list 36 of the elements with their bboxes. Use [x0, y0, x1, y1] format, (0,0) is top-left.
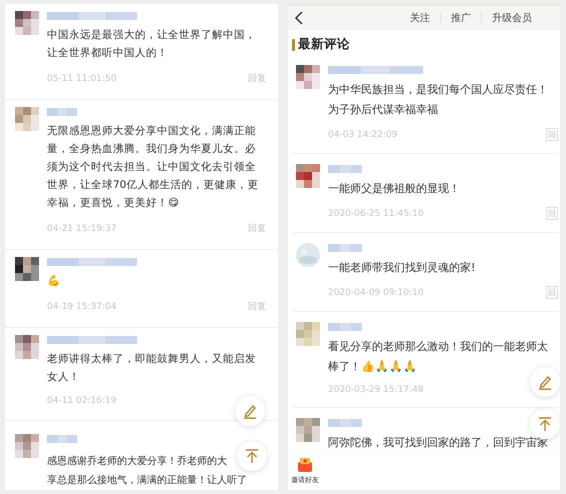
header-tab[interactable]: 关注: [410, 11, 430, 25]
blurred-name: [47, 434, 77, 444]
write-comment-button[interactable]: [235, 396, 265, 426]
back-icon[interactable]: [294, 11, 304, 25]
section-title: 最新评论: [298, 36, 350, 53]
reply-link[interactable]: 回: [546, 128, 558, 141]
title-marker: [292, 38, 295, 50]
comment-text: 老师讲得太棒了，即能鼓舞男人，又能启发女人！: [47, 352, 257, 385]
comment-text: 感恩感谢乔老师的大爱分享！乔老师的大: [47, 454, 227, 469]
comment-text: 一能老师带我们找到灵魂的家!: [328, 260, 476, 276]
blurred-name: [47, 107, 77, 117]
comment-text: 中国永远是最强大的，让全世界了解中国，让全世界都听中国人的！: [47, 28, 257, 61]
reply-link[interactable]: 回: [546, 207, 558, 220]
blurred-name: [328, 164, 362, 174]
reply-link[interactable]: 回复: [248, 72, 266, 85]
blurred-name: [328, 322, 362, 332]
comment-text: 为中华民族担当，是我们每个国人应尽责任！为子孙后代谋幸福幸福: [328, 82, 549, 118]
comment-text: 无限感恩恩师大爱分享中国文化，满满正能量，全身热血沸腾。我们身为华夏儿女。必须为这个时代去担当。让中国文化去引领全世界，让全球70亿人都生活的，更健康，更幸福，更喜悦，更美好！😋: [47, 124, 260, 211]
reply-link[interactable]: 回: [546, 286, 558, 299]
blurred-name: [328, 418, 362, 428]
header-tab[interactable]: 推广: [451, 11, 471, 25]
comment-text: 💪: [47, 274, 61, 289]
reply-link[interactable]: 回复: [248, 222, 266, 235]
header-tab[interactable]: 升级会员: [492, 11, 532, 25]
pencil-icon: [537, 374, 553, 390]
back-to-top-button[interactable]: [237, 441, 267, 471]
blurred-name: [328, 243, 362, 253]
comment-text: 一能师父是佛祖般的显现！: [328, 181, 461, 197]
scroll-top-icon: [244, 448, 260, 464]
scroll-top-icon: [537, 416, 553, 432]
gift-box-icon[interactable]: [297, 457, 313, 473]
comment-text: 看见分享的老师那么激动！我们的一能老师太棒了！👍🙏🙏🙏: [328, 339, 549, 375]
comment-text: 享总是那么接地气，满满的正能量！让人听了: [47, 474, 247, 488]
reply-link[interactable]: 回复: [248, 300, 266, 313]
write-comment-button[interactable]: [530, 367, 560, 397]
pencil-icon: [242, 403, 258, 419]
